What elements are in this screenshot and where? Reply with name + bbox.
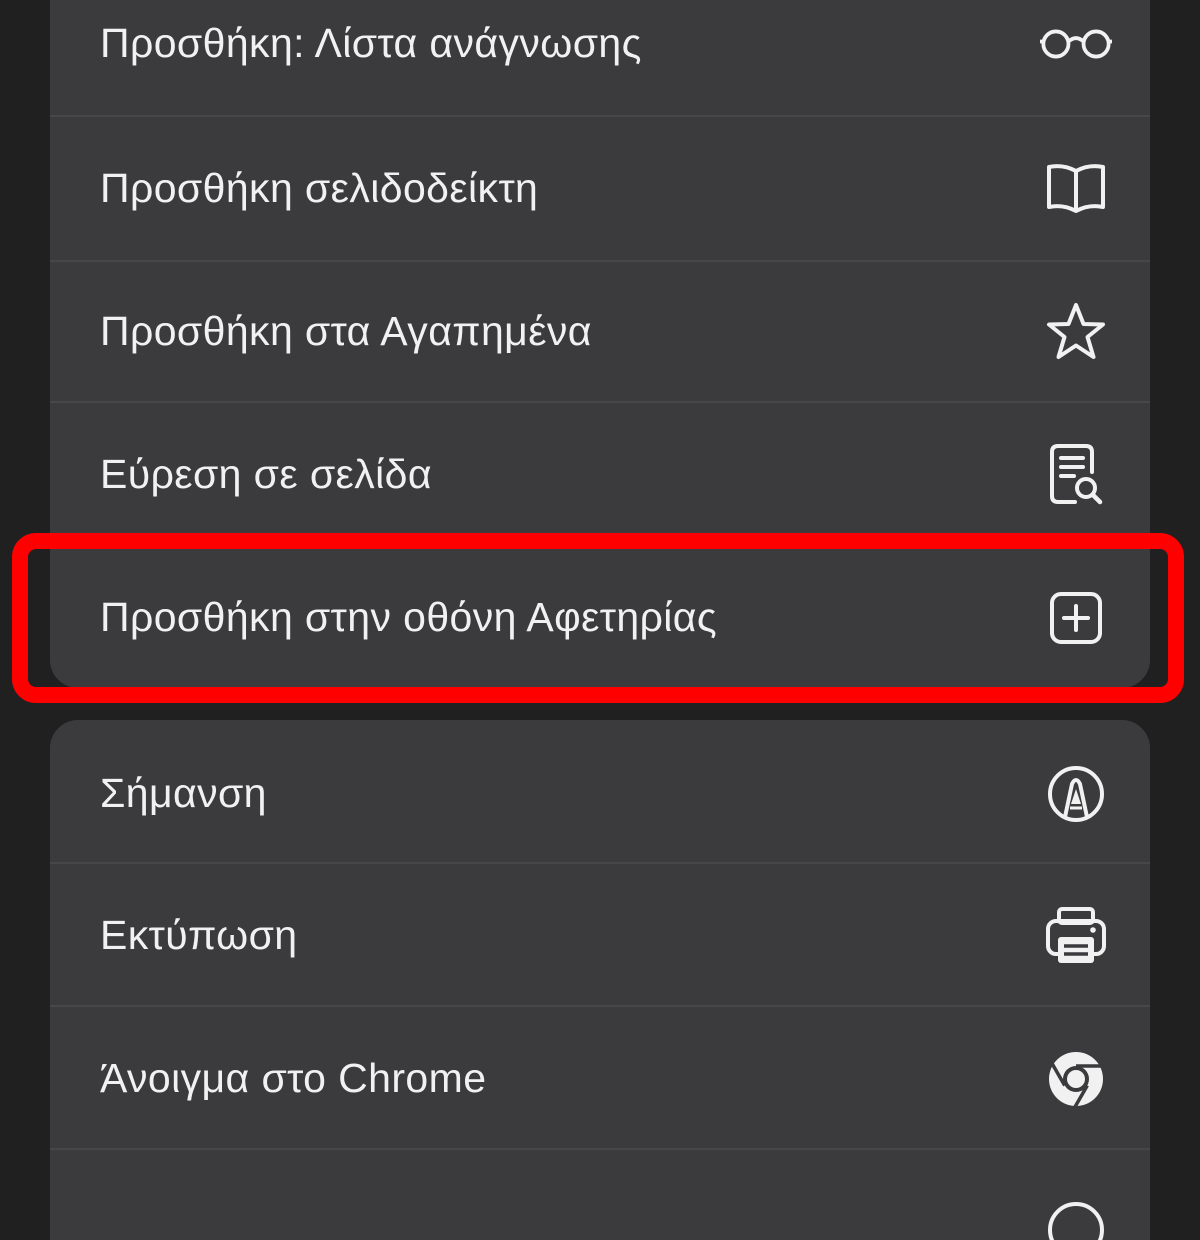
find-in-page-icon	[1040, 439, 1112, 511]
reading-list-glasses-icon	[1040, 8, 1112, 80]
add-square-icon	[1040, 582, 1112, 654]
star-icon	[1040, 296, 1112, 368]
menu-item-open-in-chrome[interactable]: Άνοιγμα στο Chrome	[50, 1007, 1150, 1150]
menu-item-label: Άνοιγμα στο Chrome	[100, 1055, 486, 1102]
menu-item-partial[interactable]	[50, 1150, 1150, 1240]
menu-item-add-favorites[interactable]: Προσθήκη στα Αγαπημένα	[50, 260, 1150, 403]
menu-item-add-to-home-screen[interactable]: Προσθήκη στην οθόνη Αφετηρίας	[50, 546, 1150, 688]
menu-item-find-on-page[interactable]: Εύρεση σε σελίδα	[50, 403, 1150, 546]
menu-item-print[interactable]: Εκτύπωση	[50, 864, 1150, 1007]
printer-icon	[1040, 900, 1112, 972]
menu-item-label: Εκτύπωση	[100, 912, 298, 959]
bookmark-book-icon	[1040, 153, 1112, 225]
menu-item-label: Προσθήκη στα Αγαπημένα	[100, 308, 592, 355]
menu-item-add-reading-list[interactable]: Προσθήκη: Λίστα ανάγνωσης	[50, 0, 1150, 115]
menu-item-label: Σήμανση	[100, 770, 267, 817]
menu-item-add-bookmark[interactable]: Προσθήκη σελιδοδείκτη	[50, 117, 1150, 260]
menu-item-label: Εύρεση σε σελίδα	[100, 451, 432, 498]
menu-item-label: Προσθήκη σελιδοδείκτη	[100, 165, 538, 212]
partial-icon	[1040, 1186, 1112, 1240]
share-menu-group-primary: Προσθήκη: Λίστα ανάγνωσης Προσθήκη σελιδ…	[50, 0, 1150, 688]
menu-item-markup[interactable]: Σήμανση	[50, 722, 1150, 865]
markup-pen-icon	[1040, 758, 1112, 830]
chrome-icon	[1040, 1043, 1112, 1115]
share-menu-group-secondary: Σήμανση Εκτύπωση Άνοιγμα στο Chrom	[50, 720, 1150, 1240]
menu-item-label: Προσθήκη: Λίστα ανάγνωσης	[100, 20, 642, 67]
menu-item-label: Προσθήκη στην οθόνη Αφετηρίας	[100, 594, 717, 641]
